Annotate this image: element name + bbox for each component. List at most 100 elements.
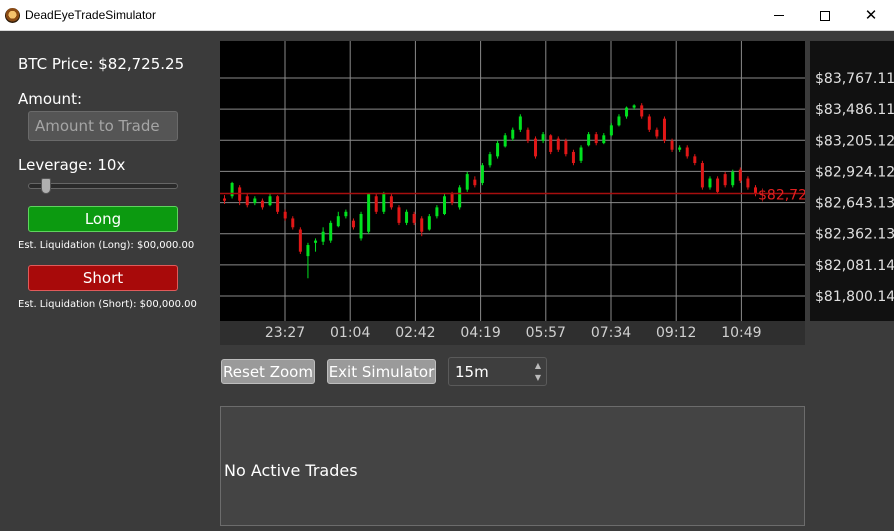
minimize-icon	[774, 15, 784, 16]
candle-body	[518, 116, 522, 130]
candle-body	[746, 178, 750, 188]
candle-body	[534, 138, 538, 157]
timeframe-value: 15m	[455, 363, 489, 381]
candle-body	[367, 194, 371, 232]
candle-body	[602, 135, 606, 144]
candle-body	[625, 107, 629, 117]
candle-body	[359, 214, 363, 239]
candle-body	[640, 105, 644, 117]
candle-body	[276, 196, 280, 212]
no-active-trades-text: No Active Trades	[224, 461, 358, 480]
title-bar[interactable]: DeadEyeTradeSimulator ✕	[0, 0, 894, 31]
candle-body	[473, 179, 477, 186]
candle-body	[253, 198, 257, 203]
x-tick-label: 07:34	[591, 325, 631, 341]
candle-body	[662, 118, 666, 141]
candle-body	[465, 174, 469, 190]
maximize-icon	[820, 10, 830, 21]
candle-body	[268, 196, 272, 206]
x-tick-label: 04:19	[460, 325, 500, 341]
candle-body	[496, 143, 500, 157]
exit-simulator-button[interactable]: Exit Simulator	[327, 359, 436, 384]
candle-body	[427, 216, 431, 230]
amount-input[interactable]	[28, 111, 178, 141]
maximize-button[interactable]	[802, 0, 848, 31]
y-tick-label: $82,362.13	[815, 227, 894, 243]
candle-body	[678, 147, 682, 150]
candle-body	[223, 198, 226, 201]
close-icon: ✕	[864, 6, 878, 24]
candle-body	[321, 231, 325, 242]
spin-up-icon[interactable]: ▲	[535, 361, 541, 370]
candle-body	[374, 196, 378, 212]
candle-body	[731, 171, 735, 186]
candle-body	[488, 154, 492, 166]
x-tick-label: 05:57	[526, 325, 566, 341]
leverage-label: Leverage: 10x	[18, 156, 126, 174]
candle-body	[306, 245, 310, 257]
candle-body	[700, 163, 704, 188]
y-tick-label: $81,800.14	[815, 289, 894, 305]
app-window: DeadEyeTradeSimulator ✕ BTC Price: $82,7…	[0, 0, 894, 531]
close-button[interactable]: ✕	[848, 0, 894, 31]
candle-body	[230, 182, 234, 197]
candle-body	[420, 218, 424, 232]
y-tick-label: $82,924.12	[815, 164, 894, 180]
candle-body	[336, 216, 340, 227]
candle-body	[314, 240, 318, 243]
y-tick-label: $83,767.11	[815, 71, 894, 87]
timeframe-spinbox[interactable]: 15m ▲ ▼	[448, 357, 547, 386]
liquidation-long-label: Est. Liquidation (Long): $00,000.00	[18, 240, 195, 251]
candle-body	[344, 211, 348, 217]
y-tick-label: $83,205.12	[815, 133, 894, 149]
minimize-button[interactable]	[756, 0, 802, 31]
candle-body	[450, 194, 454, 203]
candle-body	[511, 129, 515, 139]
current-price-tag: $82,725	[758, 187, 816, 203]
candle-body	[609, 125, 613, 136]
candle-body	[245, 196, 249, 206]
candle-body	[647, 116, 651, 130]
candle-body	[298, 229, 302, 252]
amount-label: Amount:	[18, 90, 82, 108]
btc-price-label: BTC Price: $82,725.25	[18, 55, 185, 73]
candle-body	[480, 165, 484, 183]
candle-body	[738, 169, 742, 181]
y-tick-label: $82,643.13	[815, 196, 894, 212]
short-button[interactable]: Short	[28, 265, 178, 291]
candle-body	[579, 147, 583, 161]
candle-body	[632, 105, 636, 108]
candle-body	[351, 220, 355, 228]
candle-body	[435, 207, 439, 217]
candle-body	[549, 135, 553, 152]
active-trades-panel: No Active Trades	[220, 406, 805, 526]
candle-body	[526, 129, 530, 141]
leverage-slider-handle[interactable]	[40, 178, 51, 194]
spin-down-icon[interactable]: ▼	[535, 373, 541, 382]
candle-body	[503, 135, 507, 147]
candle-body	[329, 222, 333, 241]
x-tick-label: 09:12	[656, 325, 696, 341]
candle-body	[670, 140, 674, 150]
candle-body	[291, 218, 295, 228]
candle-body	[405, 211, 409, 223]
candle-body	[260, 200, 264, 208]
candle-body	[442, 196, 446, 215]
x-tick-label: 23:27	[265, 325, 305, 341]
candle-body	[283, 211, 287, 219]
candle-body	[541, 134, 545, 141]
candle-body	[708, 178, 712, 188]
candle-body	[723, 174, 727, 186]
candle-body	[564, 140, 568, 155]
candle-body	[571, 151, 575, 164]
x-tick-label: 01:04	[330, 325, 370, 341]
candle-body	[587, 134, 591, 146]
candlestick-chart: 23:27 01:04 02:42 04:19 05:57 07:34 09:12 10:49…	[220, 41, 894, 341]
candle-body	[594, 134, 598, 144]
reset-zoom-button[interactable]: Reset Zoom	[221, 359, 315, 384]
window-title: DeadEyeTradeSimulator	[25, 8, 156, 22]
liquidation-short-label: Est. Liquidation (Short): $00,000.00	[18, 299, 197, 310]
long-button[interactable]: Long	[28, 206, 178, 232]
candle-body	[655, 129, 659, 137]
candle-body	[412, 214, 416, 223]
